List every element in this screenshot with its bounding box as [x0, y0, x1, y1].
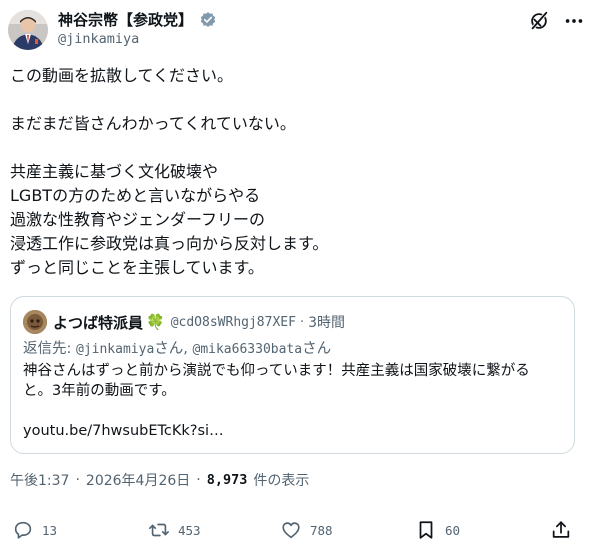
reply-to-mid: さん, [154, 341, 193, 357]
author-avatar[interactable] [8, 10, 48, 50]
heart-icon [282, 522, 300, 539]
clover-icon: 🍀 [146, 313, 165, 331]
quoted-post-text: 神谷さんはずっと前から演説でも仰っています！共産主義は国家破壊に繋がる と。3年… [23, 361, 563, 441]
post-text-gap [10, 136, 590, 160]
post-text-line: 過激な性教育やジェンダーフリーの [10, 210, 266, 229]
separator-dot: · [75, 472, 80, 488]
reply-count: 13 [42, 522, 58, 538]
post-text-line: 共産主義に基づく文化破壊や [10, 162, 219, 181]
post-meta: 午後1:37 · 2026年4月26日 · 8,973 件の表示 [10, 470, 309, 490]
post-text-gap [10, 88, 590, 112]
more-icon[interactable] [563, 10, 585, 32]
post-text-line: この動画を拡散してください。 [10, 66, 234, 85]
post-date[interactable]: 2026年4月26日 [86, 470, 190, 490]
reply-to-handle: @mika66330bata [192, 342, 303, 357]
post-text-line: 浸透工作に参政党は真っ向から反対します。 [10, 234, 329, 253]
quoted-text-gap [23, 401, 563, 421]
reply-icon [14, 521, 32, 539]
quoted-text-line: と。3年前の動画です。 [23, 383, 176, 399]
separator-dot: · [299, 314, 305, 330]
bookmark-count: 60 [445, 522, 461, 538]
repost-icon [149, 523, 169, 537]
repost-count: 453 [178, 522, 201, 538]
grok-icon[interactable] [528, 10, 550, 32]
quoted-post-header: よつば特派員 🍀 @cdO8sWRhgj87XEF · 3時間 [53, 310, 345, 334]
separator-dot: · [196, 472, 201, 488]
like-count: 788 [310, 522, 333, 538]
author-handle[interactable]: @jinkamiya [58, 31, 139, 47]
post-text-line: まだまだ皆さんわかってくれていない。 [10, 114, 296, 133]
author-display-name[interactable]: 神谷宗幣【参政党】 [58, 9, 193, 30]
bookmark-button[interactable]: 60 [415, 516, 460, 544]
post-text-line: LGBTの方のためと言いながらやる [10, 186, 261, 205]
quoted-author-avatar [23, 310, 47, 334]
action-bar: 13 453 788 60 [10, 516, 575, 546]
views-label: 件の表示 [253, 473, 310, 489]
author-name-row: 神谷宗幣【参政党】 [58, 9, 217, 30]
verified-badge-icon [199, 11, 217, 29]
quoted-post-time: 3時間 [308, 315, 345, 331]
post-text-line: ずっと同じことを主張しています。 [10, 258, 264, 277]
post-time[interactable]: 午後1:37 [10, 470, 69, 490]
quoted-post-card[interactable]: よつば特派員 🍀 @cdO8sWRhgj87XEF · 3時間 返信先: @ji… [10, 296, 575, 454]
reply-to-suffix: さん [302, 341, 332, 357]
reply-to-handle: @jinkamiya [76, 342, 155, 357]
like-button[interactable]: 788 [280, 516, 333, 544]
quoted-author-name: よつば特派員 [53, 313, 144, 332]
quoted-text-line: 神谷さんはずっと前から演説でも仰っています！共産主義は国家破壊に繋がる [23, 363, 530, 379]
share-button[interactable] [550, 516, 572, 544]
reply-button[interactable]: 13 [12, 516, 57, 544]
share-icon [552, 521, 570, 538]
quoted-link: youtu.be/7hwsubETcKk?si… [23, 423, 224, 439]
post-header: 神谷宗幣【参政党】 @jinkamiya [8, 8, 596, 52]
reply-to-prefix: 返信先: [23, 341, 76, 357]
reply-to-line: 返信先: @jinkamiyaさん, @mika66330bataさん [23, 337, 331, 358]
bookmark-icon [419, 521, 433, 539]
repost-button[interactable]: 453 [148, 516, 201, 544]
views-count: 8,973 [206, 472, 248, 488]
quoted-author-handle: @cdO8sWRhgj87XEF [170, 314, 296, 330]
post-text: この動画を拡散してください。 まだまだ皆さんわかってくれていない。 共産主義に基… [10, 64, 590, 280]
